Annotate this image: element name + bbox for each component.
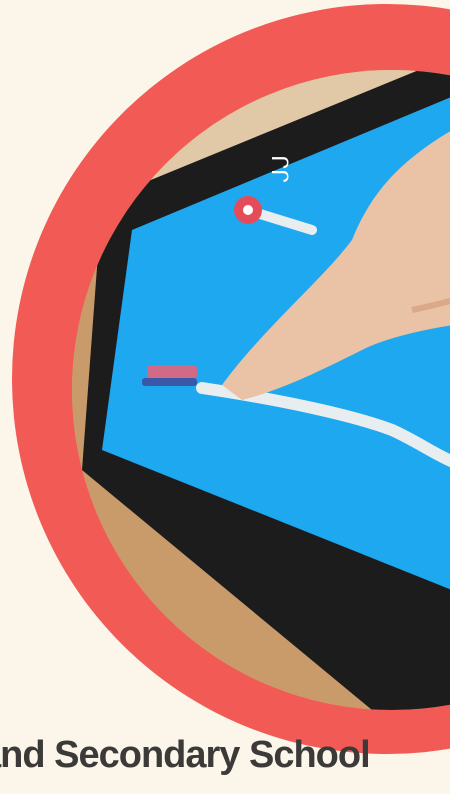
target-marker-center	[243, 205, 253, 215]
screen-symbol: ᒋᒋ	[267, 155, 292, 183]
caterpillar	[147, 365, 197, 379]
caption: and Secondary School	[0, 734, 371, 776]
page: ᒋᒋ and Secondary School	[0, 0, 450, 794]
caterpillar-base	[142, 378, 197, 386]
